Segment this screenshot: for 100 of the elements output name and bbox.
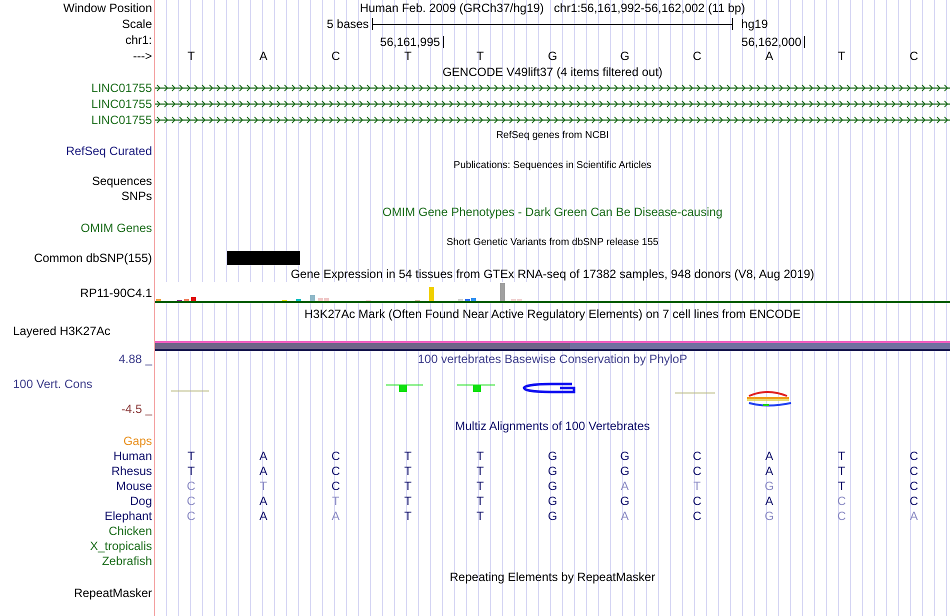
base-letter: C	[186, 494, 196, 508]
base-letter: C	[692, 464, 702, 478]
base-letter: A	[765, 448, 774, 462]
base-letter: T	[838, 464, 846, 478]
variant-feature[interactable]	[227, 250, 300, 264]
base-letter: C	[910, 448, 918, 462]
base-letter: T	[476, 508, 484, 522]
base-letter: T	[404, 478, 412, 492]
coordinate-tick: 56,161,995	[380, 36, 444, 48]
base-letter: A	[620, 478, 629, 492]
base-letter: G	[620, 494, 630, 508]
base-letter: C	[910, 494, 918, 508]
gene-feature[interactable]	[155, 100, 950, 108]
base-letter: G	[548, 494, 558, 508]
scale-label: 5 bases	[326, 17, 370, 31]
coordinate-tick: 56,162,000	[741, 36, 806, 48]
base-letter: A	[765, 464, 774, 478]
base-letter: A	[620, 508, 629, 522]
base-letter: T	[404, 464, 412, 478]
track-label: SNPs	[121, 188, 152, 202]
assembly-label: hg19	[740, 17, 768, 31]
track-title: Repeating Elements by RepeatMasker	[450, 570, 656, 584]
base-letter: A	[259, 508, 268, 522]
track-label: Chicken	[108, 524, 152, 538]
track-label: chr1:	[125, 33, 152, 47]
base-letter: C	[837, 494, 846, 508]
gene-feature[interactable]	[155, 84, 950, 92]
base-letter: T	[187, 464, 195, 478]
track-label: RP11-90C4.1	[80, 286, 152, 300]
base-letter: T	[476, 448, 484, 462]
track-label: Dog	[130, 494, 152, 508]
base-letter: G	[548, 464, 558, 478]
base-letter: G	[548, 478, 558, 492]
track-label: LINC01755	[91, 113, 152, 127]
base-letter: C	[692, 494, 702, 508]
track-title: Short Genetic Variants from dbSNP release 155	[446, 237, 658, 248]
base-letter: T	[476, 49, 484, 63]
base-letter: A	[259, 464, 268, 478]
base-letter: G	[620, 49, 630, 63]
base-letter: T	[404, 448, 412, 462]
track-title: GENCODE V49lift37 (4 items filtered out)	[442, 65, 663, 79]
base-letter: G	[548, 49, 558, 63]
track-label: RepeatMasker	[74, 586, 152, 600]
base-letter: T	[332, 494, 340, 508]
base-letter: C	[692, 508, 702, 522]
base-letter: A	[259, 494, 268, 508]
base-letter: C	[331, 464, 340, 478]
track-label: Human	[113, 448, 152, 462]
base-letter: C	[692, 448, 702, 462]
expression-bars-drawing[interactable]	[155, 283, 950, 303]
base-letter: C	[186, 508, 196, 522]
base-letter: T	[838, 448, 846, 462]
track-label: LINC01755	[91, 81, 152, 95]
base-letter: T	[260, 478, 268, 492]
base-letter: G	[620, 464, 630, 478]
gene-feature[interactable]	[155, 116, 950, 124]
base-letter: C	[910, 478, 918, 492]
track-label: Elephant	[104, 508, 152, 522]
track-label: --->	[133, 49, 152, 63]
track-label: Zebrafish	[102, 554, 152, 568]
track-label: Sequences	[92, 174, 152, 188]
track-label: RefSeq Curated	[66, 144, 152, 158]
base-letter: T	[693, 478, 701, 492]
assembly-name: Human Feb. 2009 (GRCh37/hg19)	[360, 1, 544, 15]
base-letter: C	[692, 49, 702, 63]
base-letter: C	[910, 49, 918, 63]
base-letter: T	[476, 478, 484, 492]
track-label: Rhesus	[111, 464, 152, 478]
track-label: Gaps	[123, 434, 152, 448]
track-title: Gene Expression in 54 tissues from GTEx RNA-seq of 17382 samples, 948 donors (V8, Aug 2019)	[290, 266, 814, 280]
track-label: LINC01755	[91, 97, 152, 111]
track-label: Common dbSNP(155)	[34, 250, 152, 264]
base-letter: T	[404, 494, 412, 508]
axis-min-label: -4.5 _	[121, 402, 152, 416]
base-letter: G	[764, 508, 774, 522]
base-letter: T	[838, 478, 846, 492]
track-label: X_tropicalis	[90, 538, 152, 552]
track-title: OMIM Gene Phenotypes - Dark Green Can Be Disease-causing	[382, 204, 723, 218]
track-title: H3K27Ac Mark (Often Found Near Active Regulatory Elements) on 7 cell lines from ENCODE	[304, 306, 801, 320]
base-letter: C	[331, 49, 340, 63]
track-label: Window Position	[63, 1, 152, 15]
base-letter: G	[548, 508, 558, 522]
base-letter: T	[838, 49, 846, 63]
base-letter: G	[764, 478, 774, 492]
base-letter: T	[187, 448, 195, 462]
base-letter: A	[765, 49, 774, 63]
base-letter: C	[837, 508, 846, 522]
position-range: chr1:56,161,992-56,162,002 (11 bp)	[554, 1, 746, 15]
base-letter: A	[910, 508, 918, 522]
base-letter: T	[187, 49, 195, 63]
base-letter: T	[404, 49, 412, 63]
track-label: Scale	[122, 17, 152, 31]
track-title: Multiz Alignments of 100 Vertebrates	[455, 418, 650, 432]
base-letter: A	[259, 49, 268, 63]
base-letter: G	[548, 448, 558, 462]
track-label: 100 Vert. Cons	[13, 377, 92, 391]
axis-max-label: 4.88 _	[118, 352, 152, 366]
base-letter: T	[476, 464, 484, 478]
base-letter: C	[186, 478, 196, 492]
base-letter: G	[620, 448, 630, 462]
